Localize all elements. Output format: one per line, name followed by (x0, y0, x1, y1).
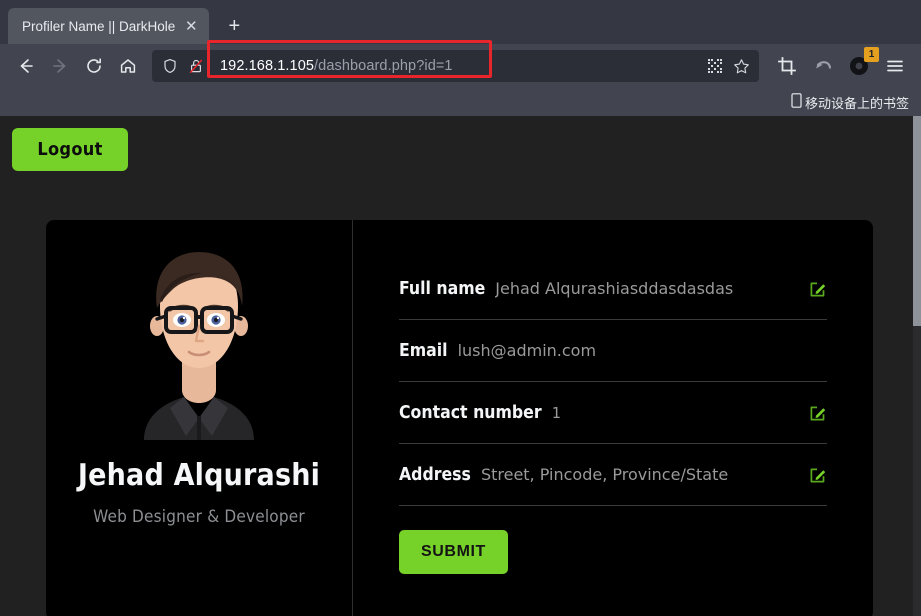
page-viewport: Logout Jehad Alqurashi Web Designer & De… (0, 116, 921, 616)
edit-icon[interactable] (809, 404, 827, 422)
bookmark-item-label: 移动设备上的书签 (804, 95, 909, 111)
profile-form-panel: Full name Jehad Alqurashiasddasdasdas Em… (353, 220, 873, 616)
field-label: Full name (399, 278, 486, 299)
address-bar-wrapper: 192.168.1.105/dashboard.php?id=1 (152, 40, 759, 82)
scrollbar-thumb[interactable] (913, 116, 921, 326)
profile-card: Jehad Alqurashi Web Designer & Developer… (46, 220, 873, 616)
field-row-contact-number[interactable]: Contact number 1 (399, 382, 827, 444)
reload-icon (87, 58, 101, 73)
page-scrollbar[interactable] (913, 116, 921, 616)
field-row-address[interactable]: Address Street, Pincode, Province/State (399, 444, 827, 506)
url-path: /dashboard.php?id=1 (314, 58, 453, 74)
new-tab-button[interactable]: + (219, 11, 249, 41)
browser-tab[interactable]: Profiler Name || DarkHole ✕ (8, 8, 210, 44)
extension-button[interactable]: 1 (843, 47, 879, 82)
edit-icon[interactable] (809, 280, 827, 298)
logout-button[interactable]: Logout (12, 128, 128, 171)
contact-number-input[interactable]: 1 (552, 404, 799, 422)
profile-role: Web Designer & Developer (93, 507, 305, 527)
field-row-full-name[interactable]: Full name Jehad Alqurashiasddasdasdas (399, 258, 827, 320)
home-icon (120, 59, 136, 73)
full-name-input[interactable]: Jehad Alqurashiasddasdasdas (495, 279, 799, 298)
back-arrow-icon (20, 59, 33, 73)
submit-button[interactable]: SUBMIT (399, 530, 508, 574)
field-label: Email (399, 340, 448, 361)
home-button[interactable] (112, 50, 144, 82)
toolbar-right-icons: 1 (771, 47, 911, 82)
url-host: 192.168.1.105 (220, 58, 315, 74)
tab-title: Profiler Name || DarkHole (22, 18, 176, 34)
forward-button[interactable] (44, 50, 76, 82)
broken-lock-icon[interactable] (184, 54, 208, 78)
star-icon[interactable] (729, 54, 753, 78)
profile-name: Jehad Alqurashi (77, 458, 321, 493)
browser-window: Profiler Name || DarkHole ✕ + 192.168.1.… (0, 0, 921, 616)
mobile-device-icon (791, 93, 802, 111)
edit-icon[interactable] (809, 466, 827, 484)
extension-badge: 1 (864, 47, 879, 62)
navigation-toolbar: 192.168.1.105/dashboard.php?id=1 1 (0, 40, 921, 88)
back-button[interactable] (10, 50, 42, 82)
address-bar[interactable]: 192.168.1.105/dashboard.php?id=1 (152, 50, 759, 82)
tab-strip: Profiler Name || DarkHole ✕ + (0, 0, 921, 44)
close-icon[interactable]: ✕ (181, 16, 201, 36)
hamburger-menu-icon[interactable] (879, 50, 911, 82)
shield-icon[interactable] (158, 54, 182, 78)
email-input[interactable]: lush@admin.com (458, 341, 799, 360)
forward-arrow-icon (53, 59, 66, 73)
bookmarks-bar: 移动设备上的书签 (0, 88, 921, 116)
crop-icon[interactable] (771, 50, 803, 82)
undo-arrow-icon[interactable] (807, 50, 839, 82)
url-text[interactable]: 192.168.1.105/dashboard.php?id=1 (210, 58, 701, 74)
reload-button[interactable] (78, 50, 110, 82)
field-row-email[interactable]: Email lush@admin.com (399, 320, 827, 382)
qr-code-icon[interactable] (703, 54, 727, 78)
bookmark-item-mobile[interactable]: 移动设备上的书签 (787, 91, 913, 114)
field-label: Contact number (399, 402, 542, 423)
avatar (144, 252, 254, 440)
profile-summary-panel: Jehad Alqurashi Web Designer & Developer (46, 220, 352, 616)
field-label: Address (399, 464, 471, 485)
address-input[interactable]: Street, Pincode, Province/State (481, 465, 799, 484)
